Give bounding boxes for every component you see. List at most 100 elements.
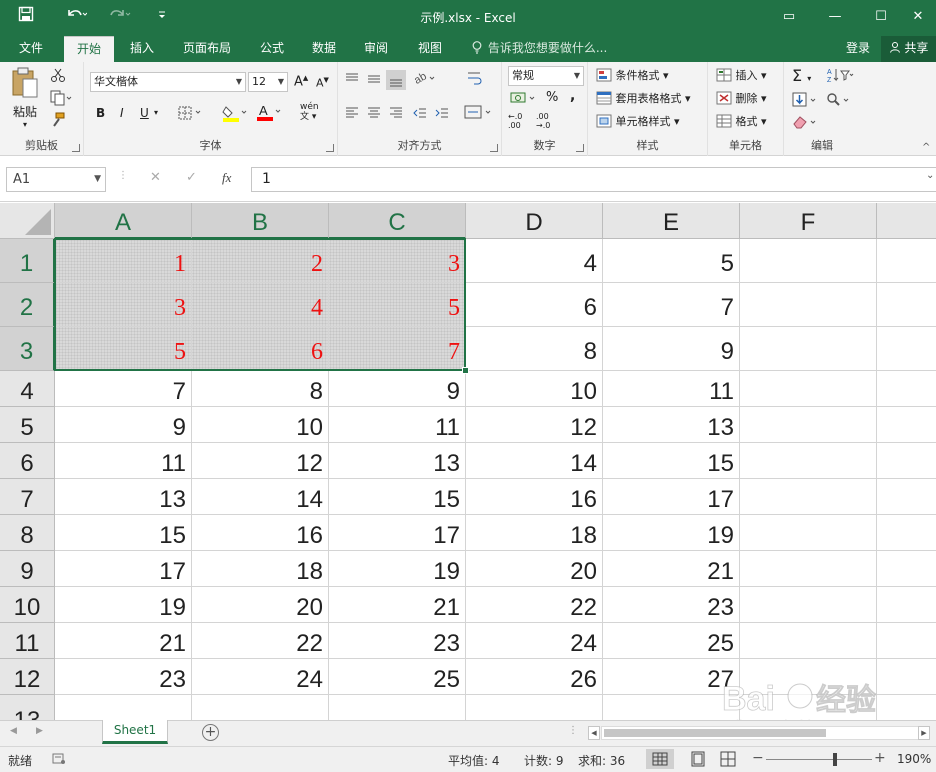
font-name-select[interactable]: 华文楷体 ▼ bbox=[90, 72, 246, 92]
scroll-sheets-left-icon[interactable]: ◀ bbox=[10, 726, 17, 736]
cell-b13[interactable] bbox=[192, 695, 329, 720]
cell-d1[interactable]: 4 bbox=[466, 239, 603, 283]
cell-d4[interactable]: 10 bbox=[466, 371, 603, 407]
cell-styles-button[interactable]: 单元格样式 ▾ bbox=[596, 113, 680, 129]
row-header-1[interactable]: 1 bbox=[0, 239, 55, 283]
cell-b5[interactable]: 10 bbox=[192, 407, 329, 443]
tab-formulas[interactable]: 公式 bbox=[250, 36, 294, 62]
cell-e13[interactable] bbox=[603, 695, 740, 720]
cell-d9[interactable]: 20 bbox=[466, 551, 603, 587]
cell-c9[interactable]: 19 bbox=[329, 551, 466, 587]
increase-indent-icon[interactable] bbox=[434, 106, 450, 123]
horizontal-scrollbar[interactable] bbox=[601, 726, 919, 740]
cell-overflow[interactable] bbox=[877, 515, 936, 551]
cell-f8[interactable] bbox=[740, 515, 877, 551]
bold-button[interactable]: B bbox=[96, 106, 105, 120]
cell-a9[interactable]: 17 bbox=[55, 551, 192, 587]
cell-d11[interactable]: 24 bbox=[466, 623, 603, 659]
clipboard-launcher-icon[interactable] bbox=[72, 144, 80, 152]
cell-c1[interactable]: 3 bbox=[329, 239, 466, 283]
tab-data[interactable]: 数据 bbox=[302, 36, 346, 62]
tab-file[interactable]: 文件 bbox=[8, 36, 54, 62]
decrease-indent-icon[interactable] bbox=[412, 106, 428, 123]
cell-d2[interactable]: 6 bbox=[466, 283, 603, 327]
column-header-c[interactable]: C bbox=[329, 203, 466, 239]
wrap-text-icon[interactable] bbox=[466, 70, 484, 89]
page-layout-view-icon[interactable] bbox=[690, 751, 706, 770]
accounting-format-icon[interactable] bbox=[510, 90, 538, 109]
fill-handle[interactable] bbox=[462, 367, 469, 374]
zoom-in-button[interactable]: + bbox=[874, 750, 886, 766]
tab-page-layout[interactable]: 页面布局 bbox=[176, 36, 238, 62]
row-header-12[interactable]: 12 bbox=[0, 659, 55, 695]
paste-button[interactable]: 粘贴 ▾ bbox=[10, 66, 40, 129]
minimize-button[interactable]: — bbox=[812, 4, 858, 30]
font-size-select[interactable]: 12 ▼ bbox=[248, 72, 288, 92]
cell-c7[interactable]: 15 bbox=[329, 479, 466, 515]
tell-me-box[interactable]: 告诉我您想要做什么... bbox=[470, 36, 607, 62]
cut-icon[interactable] bbox=[50, 67, 66, 86]
name-box[interactable]: A1 ▼ bbox=[6, 167, 106, 192]
zoom-level[interactable]: 190% bbox=[897, 752, 931, 766]
cell-f12[interactable] bbox=[740, 659, 877, 695]
cell-f9[interactable] bbox=[740, 551, 877, 587]
border-icon[interactable] bbox=[178, 106, 204, 123]
cell-a12[interactable]: 23 bbox=[55, 659, 192, 695]
maximize-button[interactable]: ☐ bbox=[858, 4, 904, 30]
cell-e11[interactable]: 25 bbox=[603, 623, 740, 659]
alignment-launcher-icon[interactable] bbox=[490, 144, 498, 152]
cell-f3[interactable] bbox=[740, 327, 877, 371]
cell-f1[interactable] bbox=[740, 239, 877, 283]
cell-f10[interactable] bbox=[740, 587, 877, 623]
cell-b1[interactable]: 2 bbox=[192, 239, 329, 283]
cell-overflow[interactable] bbox=[877, 407, 936, 443]
find-select-icon[interactable] bbox=[826, 92, 854, 111]
worksheet-grid[interactable]: A B C D E F 1 1 2 3 4 5 2 3 4 5 6 7 3 5 6 7 8 9 4 7 8 9 10 11 5 9 10 11 12… bbox=[0, 203, 936, 720]
row-header-10[interactable]: 10 bbox=[0, 587, 55, 623]
cell-c4[interactable]: 9 bbox=[329, 371, 466, 407]
ribbon-display-options-button[interactable]: ▭ bbox=[766, 4, 812, 30]
cell-b2[interactable]: 4 bbox=[192, 283, 329, 327]
font-launcher-icon[interactable] bbox=[326, 144, 334, 152]
cell-e5[interactable]: 13 bbox=[603, 407, 740, 443]
cell-e6[interactable]: 15 bbox=[603, 443, 740, 479]
cell-e9[interactable]: 21 bbox=[603, 551, 740, 587]
row-header-2[interactable]: 2 bbox=[0, 283, 55, 327]
scroll-right-button[interactable]: ▶ bbox=[918, 726, 930, 740]
cell-d8[interactable]: 18 bbox=[466, 515, 603, 551]
fill-icon[interactable] bbox=[792, 92, 820, 111]
insert-function-button[interactable]: fx bbox=[222, 170, 231, 186]
expand-formula-icon[interactable]: ⌄ bbox=[926, 170, 934, 181]
decrease-decimal-button[interactable]: .00 →.0 bbox=[536, 112, 562, 130]
fill-color-icon[interactable] bbox=[222, 104, 250, 125]
cell-c6[interactable]: 13 bbox=[329, 443, 466, 479]
cell-f2[interactable] bbox=[740, 283, 877, 327]
format-painter-icon[interactable] bbox=[50, 112, 66, 131]
new-sheet-icon[interactable]: + bbox=[202, 724, 219, 741]
insert-cells-button[interactable]: 插入 ▾ bbox=[716, 67, 767, 83]
cell-c13[interactable] bbox=[329, 695, 466, 720]
cell-b9[interactable]: 18 bbox=[192, 551, 329, 587]
increase-decimal-button[interactable]: ←.0 .00 bbox=[508, 112, 534, 130]
row-header-8[interactable]: 8 bbox=[0, 515, 55, 551]
cell-e3[interactable]: 9 bbox=[603, 327, 740, 371]
column-header-a[interactable]: A bbox=[55, 203, 192, 239]
cell-a13[interactable] bbox=[55, 695, 192, 720]
macro-record-icon[interactable] bbox=[52, 753, 66, 768]
enter-icon[interactable]: ✓ bbox=[186, 170, 197, 185]
tab-insert[interactable]: 插入 bbox=[120, 36, 164, 62]
cell-b11[interactable]: 22 bbox=[192, 623, 329, 659]
cell-d3[interactable]: 8 bbox=[466, 327, 603, 371]
cell-e10[interactable]: 23 bbox=[603, 587, 740, 623]
zoom-slider-thumb[interactable] bbox=[833, 753, 837, 766]
cell-d12[interactable]: 26 bbox=[466, 659, 603, 695]
cell-a3[interactable]: 5 bbox=[55, 327, 192, 371]
format-as-table-button[interactable]: 套用表格格式 ▾ bbox=[596, 90, 691, 106]
clear-icon[interactable] bbox=[792, 114, 820, 133]
zoom-out-button[interactable]: − bbox=[752, 750, 764, 766]
autosum-icon[interactable]: Σ ▾ bbox=[792, 66, 811, 85]
middle-align-icon[interactable] bbox=[366, 72, 382, 89]
horizontal-scroll-thumb[interactable] bbox=[604, 729, 826, 737]
cell-a2[interactable]: 3 bbox=[55, 283, 192, 327]
cell-e7[interactable]: 17 bbox=[603, 479, 740, 515]
